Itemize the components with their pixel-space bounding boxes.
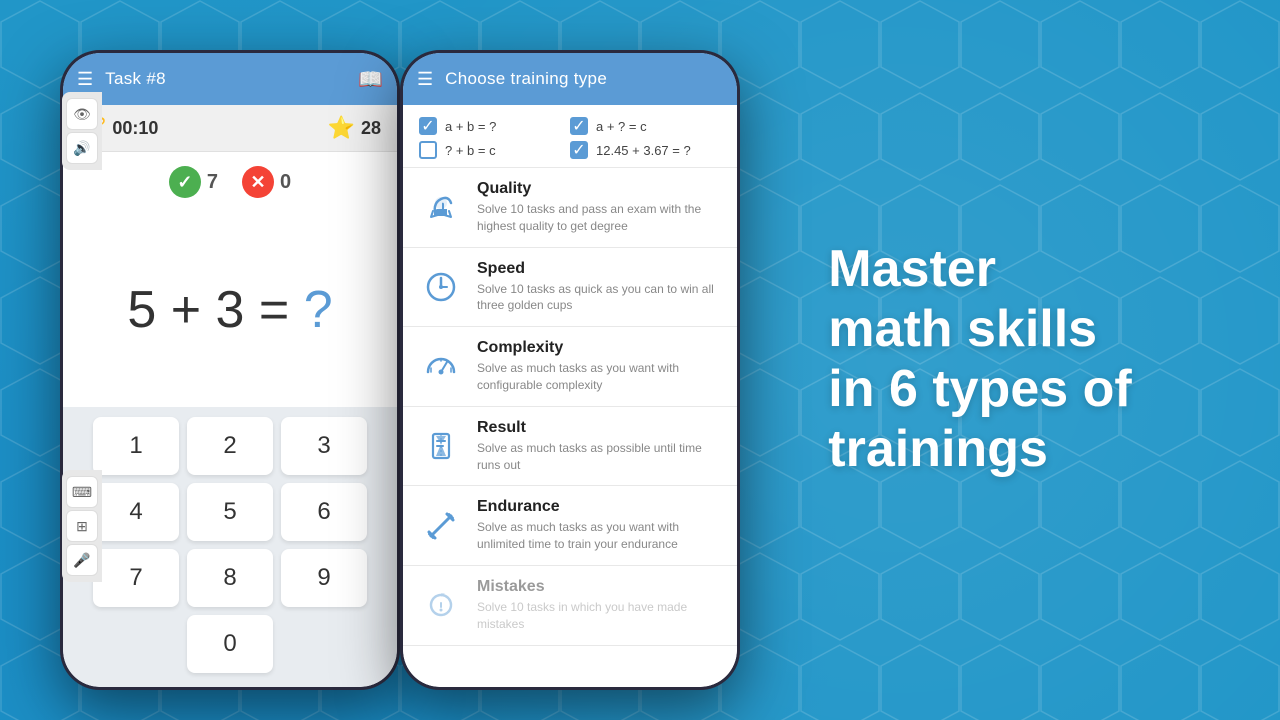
quality-name: Quality bbox=[477, 180, 721, 198]
result-name: Result bbox=[477, 419, 721, 437]
num-9[interactable]: 9 bbox=[281, 549, 367, 607]
correct-count: 7 bbox=[207, 171, 218, 194]
tagline-line1: Master bbox=[828, 240, 996, 298]
result-desc: Solve as much tasks as possible until ti… bbox=[477, 440, 721, 474]
keypad-icon[interactable]: ⌨ bbox=[66, 476, 98, 508]
num-1[interactable]: 1 bbox=[93, 417, 179, 475]
quality-desc: Solve 10 tasks and pass an exam with the… bbox=[477, 201, 721, 235]
checkbox-1[interactable]: ✓ bbox=[419, 117, 437, 135]
checkbox-label-3: a + ? = c bbox=[596, 119, 647, 134]
complexity-icon bbox=[419, 344, 463, 388]
tagline-line4: trainings bbox=[828, 420, 1048, 478]
endurance-icon bbox=[419, 504, 463, 548]
endurance-info: Endurance Solve as much tasks as you wan… bbox=[477, 498, 721, 553]
complexity-desc: Solve as much tasks as you want with con… bbox=[477, 360, 721, 394]
tagline-text: Master math skills in 6 types of trainin… bbox=[828, 240, 1131, 479]
checkbox-item-1[interactable]: ✓ a + b = ? bbox=[419, 117, 570, 135]
grid-icon[interactable]: ⊞ bbox=[66, 510, 98, 542]
wrong-count: 0 bbox=[280, 171, 291, 194]
checkbox-label-4: 12.45 + 3.67 = ? bbox=[596, 143, 691, 158]
numpad: 1 2 3 4 5 6 7 8 9 0 bbox=[63, 407, 397, 687]
training-list: Quality Solve 10 tasks and pass an exam … bbox=[403, 168, 737, 687]
training-item-result[interactable]: Result Solve as much tasks as possible u… bbox=[403, 407, 737, 487]
result-icon bbox=[419, 424, 463, 468]
checkbox-label-2: ? + b = c bbox=[445, 143, 496, 158]
complexity-info: Complexity Solve as much tasks as you wa… bbox=[477, 339, 721, 394]
stats-row: 🏆 00:10 ⭐ 28 bbox=[63, 105, 397, 152]
num-7[interactable]: 7 bbox=[93, 549, 179, 607]
right-content: ✓ a + b = ? ✓ a + ? = c ? + b = c ✓ bbox=[403, 105, 737, 687]
training-item-complexity[interactable]: Complexity Solve as much tasks as you wa… bbox=[403, 327, 737, 407]
checkbox-item-4[interactable]: ✓ 12.45 + 3.67 = ? bbox=[570, 141, 721, 159]
num-5[interactable]: 5 bbox=[187, 483, 273, 541]
mistakes-info: Mistakes Solve 10 tasks in which you hav… bbox=[477, 578, 721, 633]
mistakes-name: Mistakes bbox=[477, 578, 721, 596]
training-item-mistakes[interactable]: Mistakes Solve 10 tasks in which you hav… bbox=[403, 566, 737, 646]
right-menu-icon[interactable]: ☰ bbox=[417, 69, 433, 90]
checkbox-section: ✓ a + b = ? ✓ a + ? = c ? + b = c ✓ bbox=[403, 105, 737, 168]
checkbox-3[interactable]: ✓ bbox=[570, 117, 588, 135]
training-item-endurance[interactable]: Endurance Solve as much tasks as you wan… bbox=[403, 486, 737, 566]
quality-info: Quality Solve 10 tasks and pass an exam … bbox=[477, 180, 721, 235]
equation-display: 5 + 3 = ? bbox=[127, 280, 332, 340]
num-3[interactable]: 3 bbox=[281, 417, 367, 475]
speed-name: Speed bbox=[477, 260, 721, 278]
star-icon: ⭐ bbox=[328, 115, 355, 141]
num-6[interactable]: 6 bbox=[281, 483, 367, 541]
result-info: Result Solve as much tasks as possible u… bbox=[477, 419, 721, 474]
speed-info: Speed Solve 10 tasks as quick as you can… bbox=[477, 260, 721, 315]
num-0[interactable]: 0 bbox=[187, 615, 273, 673]
left-app-bar: ☰ Task #8 📖 bbox=[63, 53, 397, 105]
checkbox-2[interactable] bbox=[419, 141, 437, 159]
speed-desc: Solve 10 tasks as quick as you can to wi… bbox=[477, 281, 721, 315]
right-phone: ☰ Choose training type ✓ a + b = ? ✓ a +… bbox=[400, 50, 740, 690]
speed-icon bbox=[419, 265, 463, 309]
tagline-line2: math skills bbox=[828, 300, 1097, 358]
timer-display: 00:10 bbox=[112, 118, 158, 139]
complexity-name: Complexity bbox=[477, 339, 721, 357]
right-app-title: Choose training type bbox=[445, 69, 723, 89]
right-app-bar: ☰ Choose training type bbox=[403, 53, 737, 105]
mistakes-icon bbox=[419, 583, 463, 627]
checkbox-label-1: a + b = ? bbox=[445, 119, 496, 134]
num-8[interactable]: 8 bbox=[187, 549, 273, 607]
correct-icon: ✓ bbox=[169, 166, 201, 198]
mic-icon[interactable]: 🎤 bbox=[66, 544, 98, 576]
left-phone: ☰ Task #8 📖 🏆 00:10 ⭐ 28 bbox=[60, 50, 400, 690]
mistakes-desc: Solve 10 tasks in which you have made mi… bbox=[477, 599, 721, 633]
sound-icon[interactable]: 🔊 bbox=[66, 132, 98, 164]
training-item-speed[interactable]: Speed Solve 10 tasks as quick as you can… bbox=[403, 248, 737, 328]
left-app-title: Task #8 bbox=[105, 69, 358, 89]
wrong-icon: ✕ bbox=[242, 166, 274, 198]
left-menu-icon[interactable]: ☰ bbox=[77, 69, 93, 90]
checkbox-4[interactable]: ✓ bbox=[570, 141, 588, 159]
checkbox-item-2[interactable]: ? + b = c bbox=[419, 141, 570, 159]
endurance-name: Endurance bbox=[477, 498, 721, 516]
star-count: 28 bbox=[361, 118, 381, 139]
tagline-panel: Master math skills in 6 types of trainin… bbox=[740, 220, 1220, 499]
eye-icon[interactable]: 👁 bbox=[66, 98, 98, 130]
equation-question: ? bbox=[304, 281, 333, 339]
tagline-line3: in 6 types of bbox=[828, 360, 1131, 418]
num-2[interactable]: 2 bbox=[187, 417, 273, 475]
book-icon[interactable]: 📖 bbox=[358, 67, 383, 92]
equation-area: 5 + 3 = ? bbox=[63, 212, 397, 407]
score-row: ✓ 7 ✕ 0 bbox=[63, 152, 397, 212]
num-4[interactable]: 4 bbox=[93, 483, 179, 541]
endurance-desc: Solve as much tasks as you want with unl… bbox=[477, 519, 721, 553]
training-item-quality[interactable]: Quality Solve 10 tasks and pass an exam … bbox=[403, 168, 737, 248]
quality-icon bbox=[419, 185, 463, 229]
checkbox-item-3[interactable]: ✓ a + ? = c bbox=[570, 117, 721, 135]
